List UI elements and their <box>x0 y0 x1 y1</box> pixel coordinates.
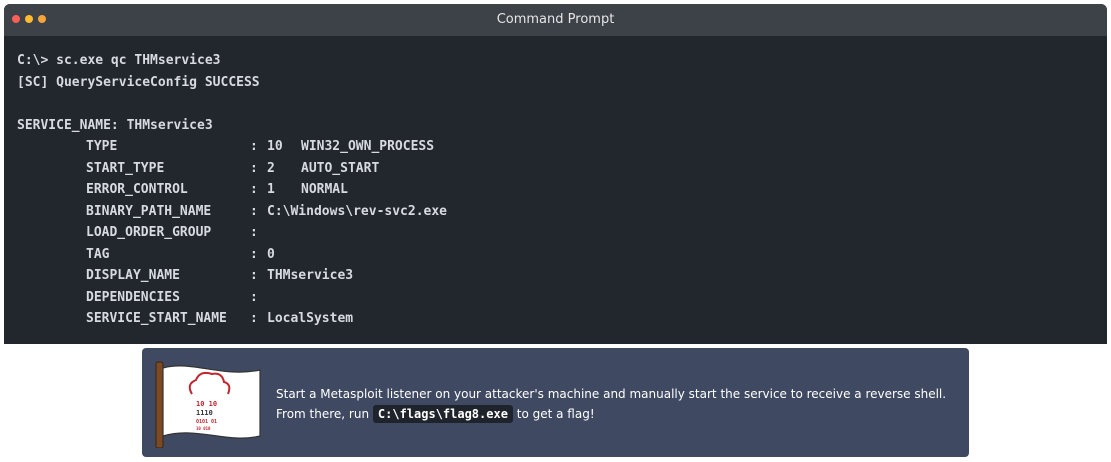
config-key: TAG <box>86 246 110 262</box>
config-row: TYPE:10 WIN32_OWN_PROCESS <box>17 136 1107 158</box>
status-line: [SC] QueryServiceConfig SUCCESS <box>17 74 260 90</box>
config-row: DEPENDENCIES: <box>17 287 1107 309</box>
svg-text:10 10: 10 10 <box>196 400 217 408</box>
config-row: DISPLAY_NAME: THMservice3 <box>17 265 1107 287</box>
config-key: LOAD_ORDER_GROUP <box>86 225 212 240</box>
config-separator: : <box>250 311 258 326</box>
titlebar: Command Prompt <box>4 4 1107 36</box>
terminal-window: Command Prompt C:\> sc.exe qc THMservice… <box>4 4 1107 344</box>
config-key: DEPENDENCIES <box>86 289 180 305</box>
config-row: BINARY_PATH_NAME: C:\Windows\rev-svc2.exe <box>17 201 1107 223</box>
config-code: 10 <box>267 139 283 154</box>
config-separator: : <box>250 203 258 219</box>
terminal-output[interactable]: C:\> sc.exe qc THMservice3 [SC] QuerySer… <box>4 36 1107 330</box>
svg-text:10 010: 10 010 <box>196 426 211 431</box>
config-separator: : <box>250 289 258 305</box>
config-key: DISPLAY_NAME <box>86 268 180 283</box>
config-row: TAG:0 <box>17 244 1107 266</box>
prompt-line: C:\> sc.exe qc THMservice3 <box>17 53 221 68</box>
config-separator: : <box>250 225 258 240</box>
config-value: THMservice3 <box>267 268 354 283</box>
config-value: 0 <box>267 246 275 262</box>
flag-command-code: C:\flags\flag8.exe <box>372 405 513 423</box>
config-separator: : <box>250 139 258 154</box>
config-separator: : <box>250 268 258 283</box>
config-key: TYPE <box>86 139 118 154</box>
config-key: SERVICE_START_NAME <box>86 311 227 326</box>
config-code: 2 <box>267 160 275 176</box>
service-name-line: SERVICE_NAME: THMservice3 <box>17 117 213 133</box>
window-title: Command Prompt <box>496 12 615 27</box>
config-row: START_TYPE:2 AUTO_START <box>17 158 1107 180</box>
flag-icon: 10 10 1110 0101 01 10 010 <box>155 361 261 448</box>
note-text: Start a Metasploit listener on your atta… <box>276 384 946 424</box>
config-row: SERVICE_START_NAME: LocalSystem <box>17 308 1107 330</box>
config-value: WIN32_OWN_PROCESS <box>301 139 435 154</box>
config-code: 1 <box>267 182 275 197</box>
svg-text:1110: 1110 <box>196 409 213 417</box>
config-row: ERROR_CONTROL:1 NORMAL <box>17 179 1107 201</box>
service-config-rows: TYPE:10 WIN32_OWN_PROCESS START_TYPE:2 AUTO… <box>17 136 1107 330</box>
config-value: AUTO_START <box>301 160 380 176</box>
config-key: BINARY_PATH_NAME <box>86 203 212 219</box>
note-line-2: From there, run C:\flags\flag8.exe to ge… <box>276 405 595 423</box>
config-separator: : <box>250 182 258 197</box>
info-note: 10 10 1110 0101 01 10 010 Start a Metasp… <box>142 348 969 457</box>
config-value: LocalSystem <box>267 311 354 326</box>
config-separator: : <box>250 160 258 176</box>
config-row: LOAD_ORDER_GROUP: <box>17 222 1107 244</box>
svg-text:0101 01: 0101 01 <box>196 419 217 425</box>
note-line-1: Start a Metasploit listener on your atta… <box>276 387 947 401</box>
config-key: ERROR_CONTROL <box>86 182 188 197</box>
config-value: C:\Windows\rev-svc2.exe <box>267 203 448 219</box>
config-separator: : <box>250 246 258 262</box>
config-value: NORMAL <box>301 182 348 197</box>
config-key: START_TYPE <box>86 160 165 176</box>
